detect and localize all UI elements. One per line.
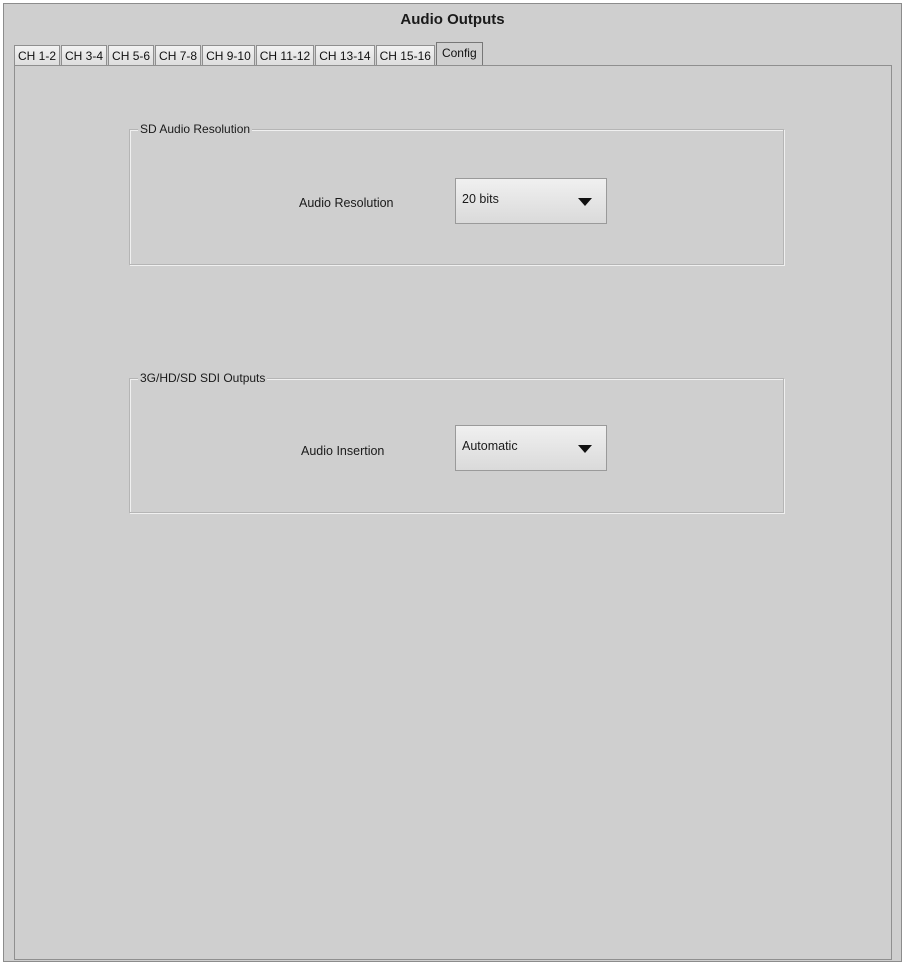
tab-ch-7-8[interactable]: CH 7-8 — [155, 45, 202, 66]
dropdown-value: Automatic — [462, 439, 518, 453]
audio-resolution-label: Audio Resolution — [299, 196, 394, 210]
tab-config[interactable]: Config — [435, 42, 483, 67]
sdi-outputs-group: 3G/HD/SD SDI Outputs Audio Insertion Aut… — [129, 370, 784, 513]
window-title: Audio Outputs — [400, 11, 505, 28]
tab-ch-13-14[interactable]: CH 13-14 — [315, 45, 375, 66]
dropdown-value: 20 bits — [462, 192, 499, 206]
audio-insertion-dropdown[interactable]: Automatic — [455, 425, 607, 471]
tab-ch-9-10[interactable]: CH 9-10 — [202, 45, 255, 66]
chevron-down-icon — [578, 445, 592, 453]
tab-ch-15-16[interactable]: CH 15-16 — [375, 45, 435, 66]
chevron-down-icon — [578, 198, 592, 206]
tab-ch-11-12[interactable]: CH 11-12 — [255, 45, 315, 66]
group-title: SD Audio Resolution — [138, 121, 253, 137]
tab-ch-5-6[interactable]: CH 5-6 — [108, 45, 155, 66]
audio-outputs-window: Audio Outputs CH 1-2 CH 3-4 CH 5-6 CH 7-… — [3, 3, 902, 962]
tab-ch-3-4[interactable]: CH 3-4 — [61, 45, 108, 66]
group-title: 3G/HD/SD SDI Outputs — [138, 370, 268, 386]
tab-strip: CH 1-2 CH 3-4 CH 5-6 CH 7-8 CH 9-10 CH 1… — [14, 41, 484, 67]
audio-resolution-dropdown[interactable]: 20 bits — [455, 178, 607, 224]
audio-insertion-label: Audio Insertion — [301, 444, 385, 458]
config-tab-panel: SD Audio Resolution Audio Resolution 20 … — [14, 65, 892, 960]
tab-ch-1-2[interactable]: CH 1-2 — [14, 45, 61, 66]
sd-audio-resolution-group: SD Audio Resolution Audio Resolution 20 … — [129, 121, 784, 265]
